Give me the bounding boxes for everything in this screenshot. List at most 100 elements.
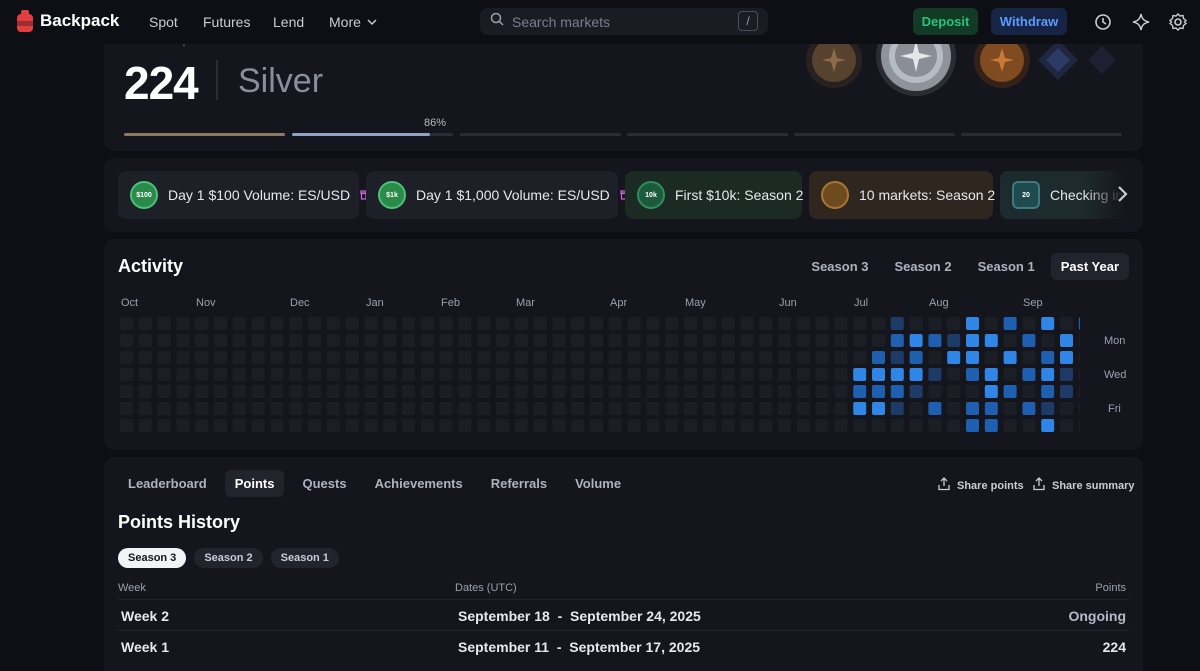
heatmap-cell xyxy=(157,385,171,398)
heatmap-cell xyxy=(1022,334,1036,347)
heatmap-cell xyxy=(1041,368,1055,381)
heatmap-cell xyxy=(1060,351,1073,364)
heatmap-cell xyxy=(232,385,246,398)
dollar-coin-icon: 10k xyxy=(637,181,665,209)
history-clock-icon[interactable] xyxy=(1093,12,1113,32)
heatmap-cell xyxy=(815,402,829,415)
brand-logo[interactable]: Backpack xyxy=(16,10,119,32)
withdraw-button[interactable]: Withdraw xyxy=(991,8,1067,35)
heatmap-cell xyxy=(890,419,904,432)
tab-referrals[interactable]: Referrals xyxy=(481,470,557,497)
settings-gear-icon[interactable] xyxy=(1168,12,1188,32)
heatmap-cell xyxy=(984,402,998,415)
tab-leaderboard[interactable]: Leaderboard xyxy=(118,470,217,497)
tab-quests[interactable]: Quests xyxy=(292,470,356,497)
month-label: Sep xyxy=(1023,297,1043,309)
heatmap-cell xyxy=(251,402,265,415)
heatmap-cell xyxy=(251,385,265,398)
tab-season-1[interactable]: Season 1 xyxy=(968,253,1045,280)
row-dates: September 11 - September 17, 2025 xyxy=(458,639,701,655)
chevron-right-icon[interactable] xyxy=(1117,184,1129,209)
heatmap-cell xyxy=(420,368,434,381)
nav-more[interactable]: More xyxy=(329,14,377,30)
heatmap-cell xyxy=(270,317,284,330)
achievement-card[interactable]: 10k First $10k: Season 2 xyxy=(625,171,803,219)
heatmap-cell xyxy=(439,317,453,330)
nav-spot[interactable]: Spot xyxy=(149,14,178,30)
achievement-card[interactable]: $1k Day 1 $1,000 Volume: ES/USD xyxy=(366,171,632,219)
share-summary-button[interactable]: Share summary xyxy=(1032,477,1135,494)
tab-past-year[interactable]: Past Year xyxy=(1050,253,1129,280)
heatmap-cell xyxy=(383,385,397,398)
achievement-card[interactable]: 10 markets: Season 2 xyxy=(809,171,995,219)
heatmap-cell xyxy=(759,351,773,364)
history-season-3[interactable]: Season 3 xyxy=(118,548,187,568)
diamond-medal-icon xyxy=(1088,46,1116,74)
tab-achievements[interactable]: Achievements xyxy=(365,470,473,497)
heatmap-cell xyxy=(326,317,340,330)
search-bar[interactable]: / xyxy=(480,8,768,35)
heatmap-cell xyxy=(665,402,679,415)
heatmap-cell xyxy=(402,368,415,381)
heatmap-cell xyxy=(496,419,509,432)
heatmap-cell xyxy=(176,419,190,432)
heatmap-cell xyxy=(571,351,585,364)
share-points-button[interactable]: Share points xyxy=(937,477,1024,494)
heatmap-cell xyxy=(195,402,209,415)
heatmap-cell xyxy=(627,385,641,398)
sparkle-icon[interactable] xyxy=(1131,12,1151,32)
nav-more-label: More xyxy=(329,14,361,30)
achievement-card[interactable]: $100 Day 1 $100 Volume: ES/USD xyxy=(118,171,372,219)
heatmap-cell xyxy=(909,385,923,398)
heatmap-cell xyxy=(176,402,190,415)
search-shortcut-key: / xyxy=(738,11,758,31)
heatmap-cell xyxy=(552,317,566,330)
month-label: May xyxy=(685,297,706,309)
month-label: Aug xyxy=(929,297,949,309)
nav-lend[interactable]: Lend xyxy=(273,14,304,30)
heatmap-cell xyxy=(439,368,453,381)
table-divider xyxy=(118,630,1129,631)
heatmap-cell xyxy=(684,402,697,415)
heatmap-cell xyxy=(120,419,133,432)
heatmap-cell xyxy=(251,368,265,381)
heatmap-cell xyxy=(684,385,697,398)
history-season-2[interactable]: Season 2 xyxy=(194,548,263,568)
heatmap-cell xyxy=(778,419,791,432)
weekday-label: Wed xyxy=(1104,369,1127,381)
heatmap-cell xyxy=(477,351,491,364)
heatmap-cell xyxy=(590,402,603,415)
heatmap-cell xyxy=(552,334,566,347)
heatmap-cell xyxy=(1022,351,1036,364)
search-input[interactable] xyxy=(512,13,732,30)
heatmap-cell xyxy=(289,368,303,381)
column-header-dates: Dates (UTC) xyxy=(455,582,517,594)
heatmap-cell xyxy=(514,419,528,432)
heatmap-cell xyxy=(364,351,378,364)
tab-season-2[interactable]: Season 2 xyxy=(885,253,962,280)
tab-volume[interactable]: Volume xyxy=(565,470,631,497)
heatmap-cell xyxy=(815,317,829,330)
heatmap-cell xyxy=(157,351,171,364)
heatmap-cell xyxy=(1060,402,1073,415)
row-week: Week 1 xyxy=(121,639,169,655)
heatmap-cell xyxy=(627,368,641,381)
heatmap-cell xyxy=(1003,402,1017,415)
heatmap-cell xyxy=(533,351,547,364)
heatmap-cell xyxy=(571,385,585,398)
heatmap-cell xyxy=(608,334,622,347)
heatmap-cell xyxy=(966,368,979,381)
heatmap-cell xyxy=(947,334,961,347)
heatmap-cell xyxy=(759,419,773,432)
deposit-button[interactable]: Deposit xyxy=(913,8,978,35)
history-season-1[interactable]: Season 1 xyxy=(270,548,339,568)
heatmap-cell xyxy=(514,368,528,381)
heatmap-cell xyxy=(195,368,209,381)
heatmap-cell xyxy=(684,419,697,432)
heatmap-cell xyxy=(928,385,942,398)
heatmap-cell xyxy=(1041,334,1055,347)
tab-points[interactable]: Points xyxy=(224,470,285,497)
nav-futures[interactable]: Futures xyxy=(203,14,250,30)
achievement-badges-strip: $100 Day 1 $100 Volume: ES/USD $1k Day 1… xyxy=(104,158,1143,232)
tab-season-3[interactable]: Season 3 xyxy=(801,253,878,280)
